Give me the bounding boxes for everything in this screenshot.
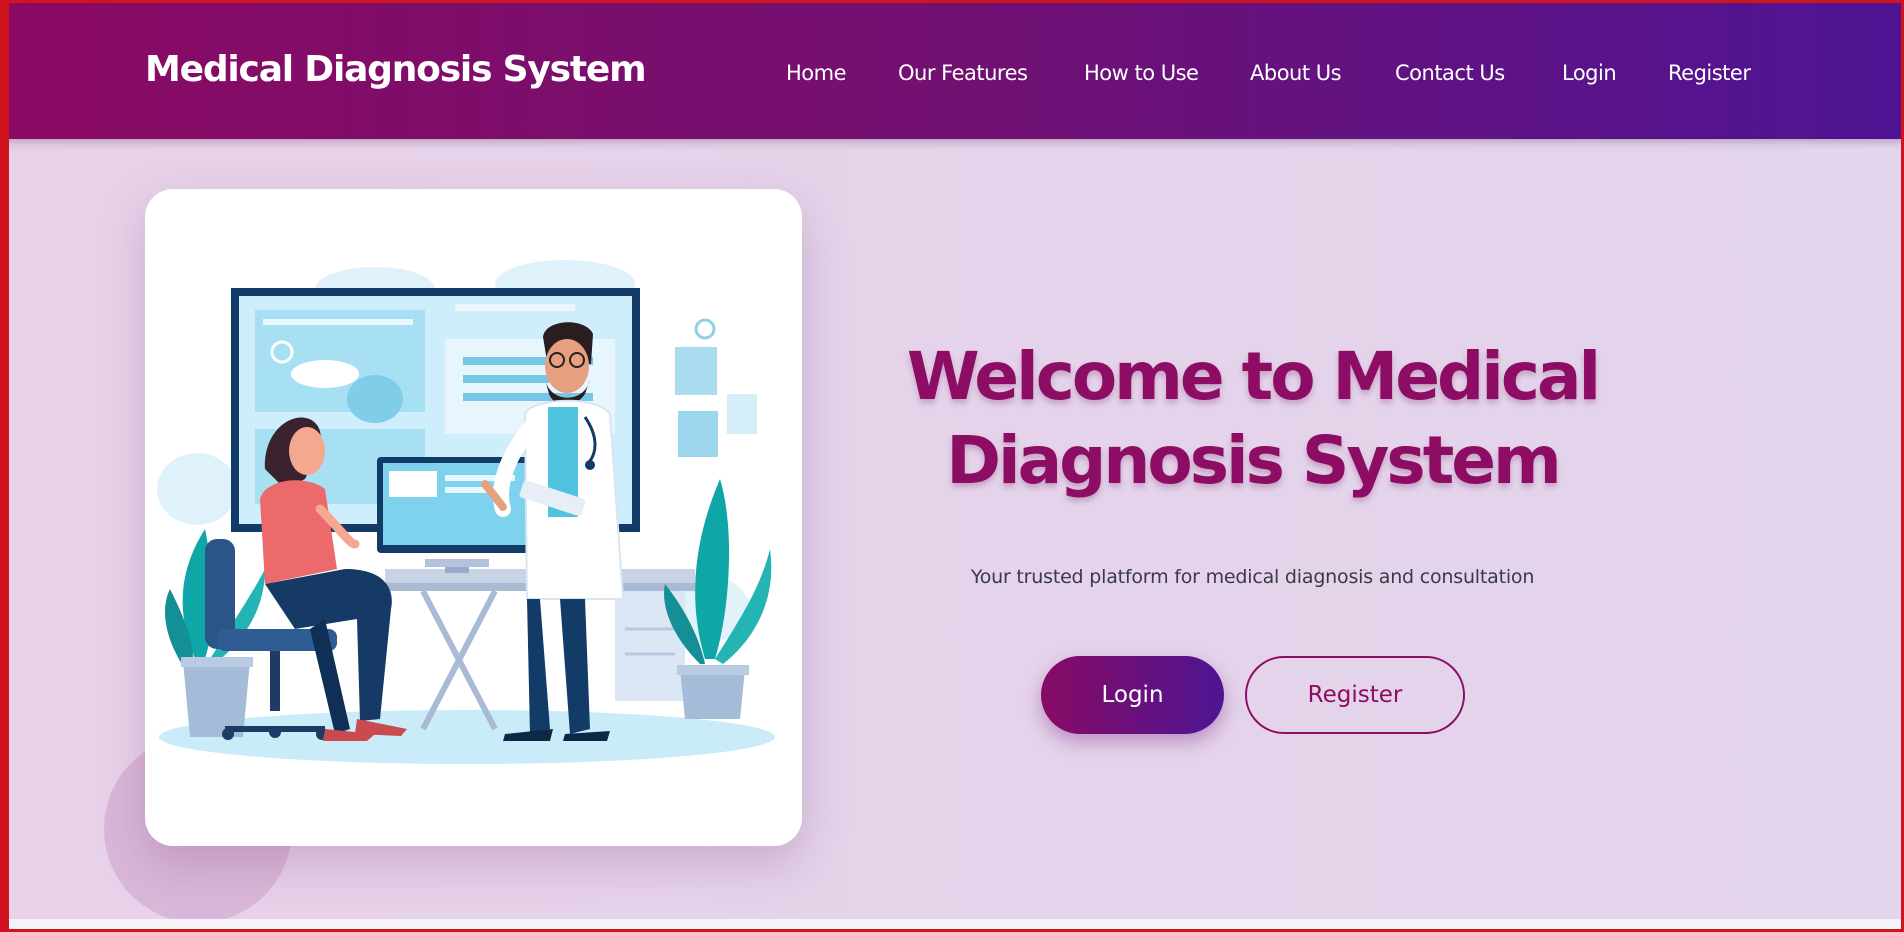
hero-register-button[interactable]: Register (1245, 656, 1465, 734)
top-navbar: Medical Diagnosis System Home Our Featur… (0, 0, 1904, 139)
doctor-patient-illustration (157, 260, 775, 764)
nav-about-us[interactable]: About Us (1250, 61, 1342, 85)
hero-subtitle: Your trusted platform for medical diagno… (970, 566, 1535, 588)
nav-home[interactable]: Home (786, 61, 847, 85)
hero-illustration-card (145, 189, 802, 846)
hero-title-line-1: Welcome to Medical (906, 338, 1601, 415)
nav-our-features[interactable]: Our Features (898, 61, 1028, 85)
hero-title: Welcome to Medical Diagnosis System (880, 335, 1625, 503)
hero-title-line-2: Diagnosis System (946, 422, 1562, 499)
nav-how-to-use[interactable]: How to Use (1084, 61, 1199, 85)
page-bottom-strip (0, 919, 1904, 932)
hero-login-button[interactable]: Login (1041, 656, 1224, 734)
main-nav: Home Our Features How to Use About Us Co… (0, 61, 1904, 89)
nav-contact-us[interactable]: Contact Us (1395, 61, 1505, 85)
nav-login[interactable]: Login (1562, 61, 1617, 85)
nav-register[interactable]: Register (1668, 61, 1751, 85)
